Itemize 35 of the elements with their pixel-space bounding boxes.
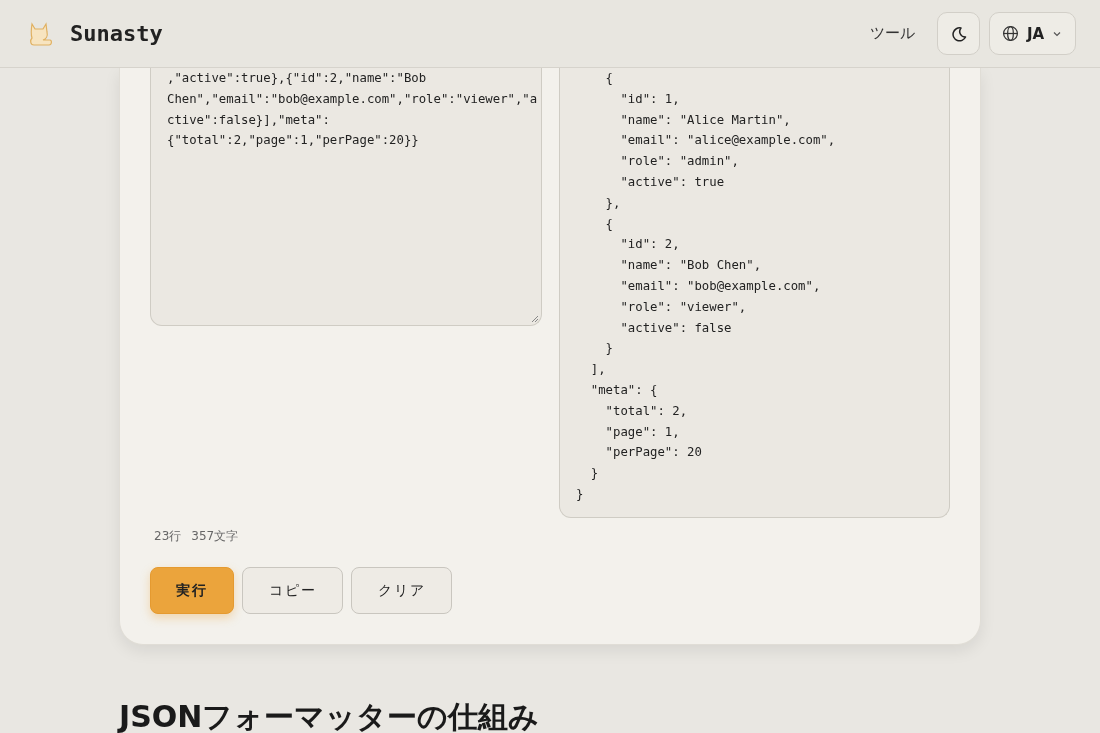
code-line: "id": 2, [619,236,681,254]
code-line: { [604,70,615,87]
language-selector[interactable]: JA [989,12,1076,55]
code-line: "email": "alice@example.com", [619,132,837,150]
code-line: ], [589,361,607,379]
code-line: { [604,215,615,233]
json-input-field[interactable]: ,"active":true},{"id":2,"name":"Bob Chen","email":"bob@example.com","role":"viewer","a ctive":false}],"meta": {"total":2,"page":1,"perPage":20}} [150,68,542,326]
code-line: } [576,485,585,503]
code-line: "active": true [619,174,726,191]
code-line: "role": "admin", [619,153,740,171]
code-line: "meta": { [589,381,659,399]
code-line: "role": "viewer", [619,298,748,316]
section-heading: JSONフォーマッターの仕組み [119,698,540,733]
action-button[interactable]: クリア [351,567,452,614]
code-line: "total": 2, [604,402,689,420]
code-line: "name": "Alice Martin", [619,111,792,129]
globe-icon [1002,25,1019,42]
line-count: 23行 [154,528,182,545]
code-line: } [589,465,600,483]
code-line: "active": false [619,319,733,337]
code-line: "name": "Bob Chen", [619,257,763,275]
char-count: 357文字 [191,528,239,545]
run-button[interactable]: 実行 [150,567,234,614]
code-line: "id": 1, [619,90,681,108]
action-button[interactable]: コピー [242,567,343,614]
code-line: "perPage": 20 [604,444,703,462]
moon-icon [950,25,967,42]
brand-name[interactable]: Sunasty [70,21,163,46]
code-line: "page": 1, [604,423,681,441]
theme-toggle-button[interactable] [937,12,980,55]
resize-handle-icon[interactable] [531,315,539,323]
code-line: "email": "bob@example.com", [619,277,822,295]
code-line: } [604,340,615,358]
code-line: }, [604,194,622,212]
tools-link[interactable]: ツール [870,24,915,43]
